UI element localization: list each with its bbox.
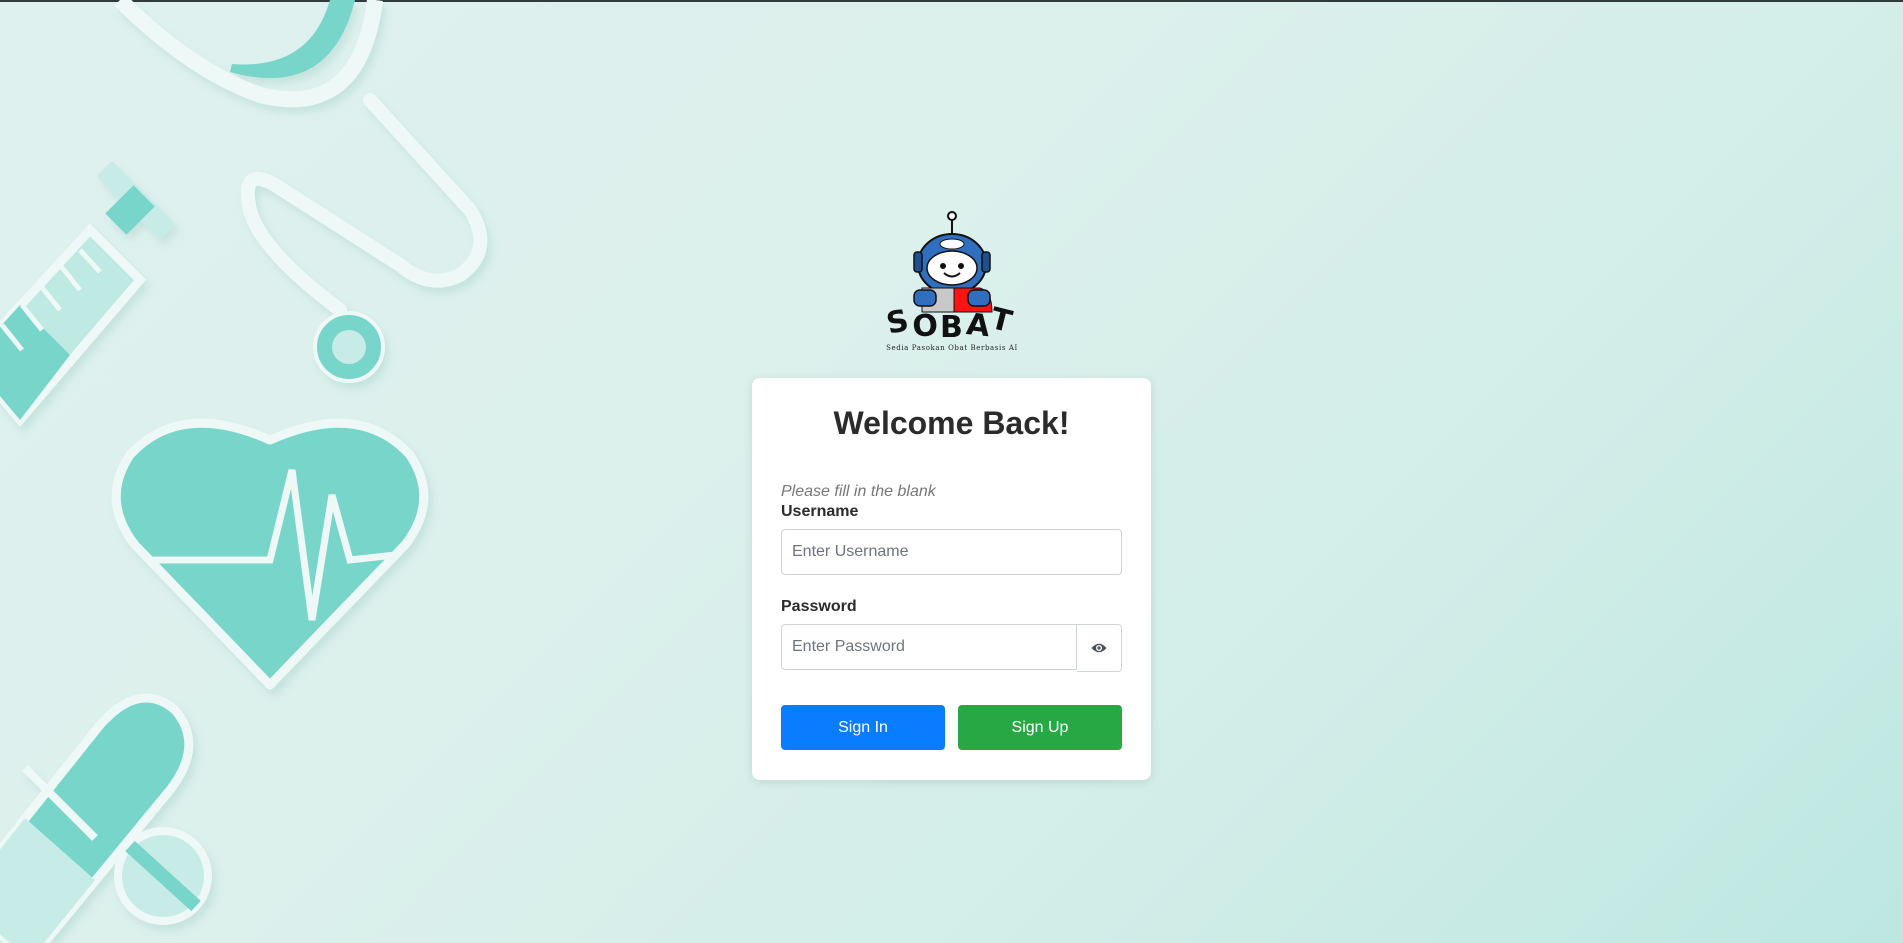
password-group (781, 624, 1122, 672)
password-label: Password (781, 598, 857, 615)
logo-letter: B (940, 310, 963, 344)
sobat-logo: S O B A T Sedia Pasokan Obat Berbasis AI (880, 208, 1024, 358)
username-label: Username (781, 503, 859, 520)
password-input[interactable] (781, 624, 1077, 670)
eye-icon (1091, 643, 1107, 653)
syringe-icon (0, 161, 175, 427)
stethoscope-icon (114, 0, 488, 383)
action-buttons: Sign In Sign Up (781, 705, 1122, 750)
form-hint: Please fill in the blank (781, 483, 936, 500)
page-title: Welcome Back! (833, 405, 1070, 441)
sign-up-button[interactable]: Sign Up (958, 705, 1122, 750)
robot-mascot-icon: S O B A T (883, 211, 1016, 344)
logo-letter: O (911, 308, 939, 344)
logo-letter: A (965, 307, 993, 344)
logo-tagline: Sedia Pasokan Obat Berbasis AI (886, 344, 1018, 352)
username-input[interactable] (781, 529, 1122, 575)
login-card: Welcome Back! Please fill in the blank U… (752, 378, 1151, 780)
heart-pulse-icon (111, 418, 429, 690)
logo-letter: S (883, 303, 911, 342)
toggle-password-visibility-button[interactable] (1077, 624, 1122, 672)
pill-tablet-icon (114, 827, 212, 925)
sign-in-button[interactable]: Sign In (781, 705, 945, 750)
